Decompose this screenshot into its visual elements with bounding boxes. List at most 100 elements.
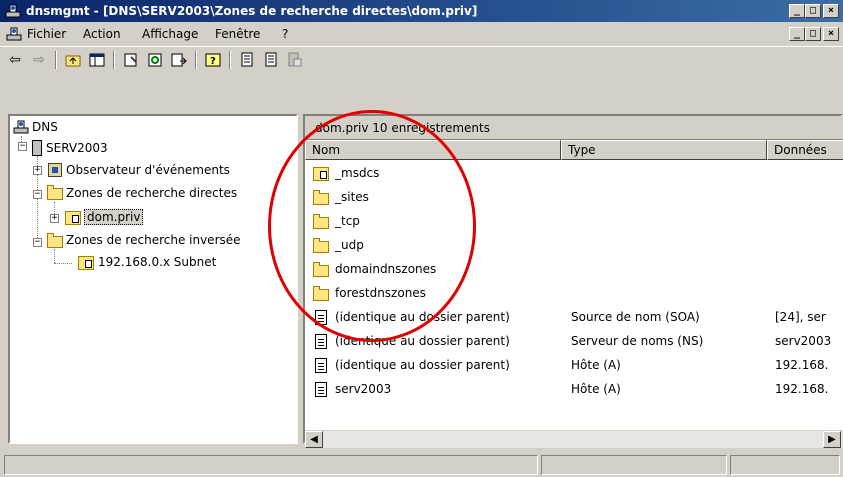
collapse-expander[interactable]: − <box>18 142 27 151</box>
collapse-expander[interactable]: − <box>33 238 42 247</box>
zone-folder-icon <box>313 167 329 181</box>
console-tree[interactable]: DNS − SERV2003 + Observateur d'événement… <box>8 114 298 444</box>
record-data: 192.168. <box>775 382 829 396</box>
horizontal-scrollbar[interactable]: ◀ ▶ <box>305 430 843 448</box>
list-item[interactable]: _udp <box>305 234 843 258</box>
toolbar-separator <box>195 51 197 69</box>
tree-line <box>54 249 55 263</box>
record-name: (identique au dossier parent) <box>335 334 510 348</box>
record-name: forestdnszones <box>335 286 426 300</box>
expand-expander[interactable]: + <box>50 214 59 223</box>
column-header-type[interactable]: Type <box>561 140 767 160</box>
record-icon <box>315 310 327 325</box>
minimize-button[interactable]: _ <box>789 4 805 18</box>
toolbar-separator <box>113 51 115 69</box>
record-name: _msdcs <box>335 166 380 180</box>
close-button[interactable]: × <box>823 4 839 18</box>
column-header-nom[interactable]: Nom <box>305 140 561 160</box>
menu-fichier[interactable]: Fichier <box>27 27 66 41</box>
record-icon[interactable] <box>236 50 258 70</box>
tree-item-dom-priv-label: dom.priv <box>84 209 144 225</box>
record-type: Hôte (A) <box>571 358 621 372</box>
record-name: domaindnszones <box>335 262 437 276</box>
tree-item-subnet[interactable]: 192.168.0.x Subnet <box>98 253 216 271</box>
record-list[interactable]: Nom Type Données _msdcs _sites _tcp _udp… <box>305 140 843 448</box>
title-bar[interactable]: dnsmgmt - [DNS\SERV2003\Zones de recherc… <box>0 0 843 22</box>
toolbar: ⇦ ⇨ ? <box>0 46 843 74</box>
server-icon <box>32 140 42 156</box>
record-name: (identique au dossier parent) <box>335 358 510 372</box>
list-item[interactable]: forestdnszones <box>305 282 843 306</box>
mmc-document-icon[interactable] <box>6 26 22 42</box>
result-pane[interactable]: dom.priv 10 enregistrements Nom Type Don… <box>303 114 843 448</box>
forward-icon[interactable]: ⇨ <box>28 50 50 70</box>
scroll-left-button[interactable]: ◀ <box>305 431 323 448</box>
properties-icon[interactable] <box>120 50 142 70</box>
list-item[interactable]: (identique au dossier parent) Serveur de… <box>305 330 843 354</box>
record-type: Source de nom (SOA) <box>571 310 700 324</box>
tree-item-dns[interactable]: DNS <box>32 118 58 136</box>
folder-open-icon <box>47 233 63 248</box>
menu-fenetre[interactable]: Fenêtre <box>215 27 260 41</box>
back-icon[interactable]: ⇦ <box>4 50 26 70</box>
zone-icon <box>78 256 94 270</box>
record-type: Serveur de noms (NS) <box>571 334 704 348</box>
refresh-icon[interactable] <box>144 50 166 70</box>
collapse-expander[interactable]: − <box>33 190 42 199</box>
child-minimize-button[interactable]: _ <box>789 27 805 41</box>
record-data: [24], ser <box>775 310 826 324</box>
record-name: (identique au dossier parent) <box>335 310 510 324</box>
tree-item-reverse-zones[interactable]: Zones de recherche inversée <box>66 231 241 249</box>
child-restore-button[interactable]: □ <box>805 27 821 41</box>
scroll-right-button[interactable]: ▶ <box>823 431 841 448</box>
status-cell <box>541 455 727 475</box>
status-cell <box>730 455 840 475</box>
record-type: Hôte (A) <box>571 382 621 396</box>
column-header-donnees[interactable]: Données <box>767 140 843 160</box>
tree-item-dom-priv[interactable]: dom.priv <box>84 208 144 226</box>
list-item[interactable]: serv2003 Hôte (A) 192.168. <box>305 378 843 402</box>
record-name: _sites <box>335 190 369 204</box>
show-hide-tree-icon[interactable] <box>86 50 108 70</box>
folder-open-icon <box>47 185 63 200</box>
record-name: serv2003 <box>335 382 392 396</box>
menu-affichage[interactable]: Affichage <box>142 27 198 41</box>
expand-expander[interactable]: + <box>33 166 42 175</box>
status-bar <box>0 452 843 477</box>
server-icon[interactable] <box>284 50 306 70</box>
tree-item-forward-zones[interactable]: Zones de recherche directes <box>66 184 237 202</box>
tree-item-serv2003[interactable]: SERV2003 <box>46 139 108 157</box>
help-icon[interactable]: ? <box>202 50 224 70</box>
record-name: _udp <box>335 238 364 252</box>
list-item[interactable]: _tcp <box>305 210 843 234</box>
list-item[interactable]: (identique au dossier parent) Hôte (A) 1… <box>305 354 843 378</box>
window-title: dnsmgmt - [DNS\SERV2003\Zones de recherc… <box>26 4 478 18</box>
record-name: _tcp <box>335 214 360 228</box>
child-close-button[interactable]: × <box>823 27 839 41</box>
folder-icon <box>313 262 329 277</box>
menu-help[interactable]: ? <box>282 27 288 41</box>
folder-icon <box>313 286 329 301</box>
up-folder-icon[interactable] <box>62 50 84 70</box>
list-item[interactable]: _sites <box>305 186 843 210</box>
export-list-icon[interactable] <box>168 50 190 70</box>
menu-action[interactable]: Action <box>83 27 121 41</box>
record-data: 192.168. <box>775 358 829 372</box>
toolbar-separator <box>229 51 231 69</box>
record-icon[interactable] <box>260 50 282 70</box>
zone-record-count: dom.priv 10 enregistrements <box>315 121 490 135</box>
list-item[interactable]: _msdcs <box>305 162 843 186</box>
dns-icon <box>13 120 29 134</box>
restore-button[interactable]: □ <box>805 4 821 18</box>
list-item[interactable]: (identique au dossier parent) Source de … <box>305 306 843 330</box>
event-viewer-icon <box>48 163 62 177</box>
list-item[interactable]: domaindnszones <box>305 258 843 282</box>
record-data: serv2003 <box>775 334 832 348</box>
tree-item-event-viewer[interactable]: Observateur d'événements <box>66 161 230 179</box>
record-icon <box>315 382 327 397</box>
svg-text:?: ? <box>210 56 216 67</box>
zone-icon <box>65 211 81 225</box>
menu-bar: Fichier Action Affichage Fenêtre ? _ □ × <box>0 22 843 46</box>
status-cell <box>4 455 538 475</box>
dns-app-icon <box>5 4 21 18</box>
